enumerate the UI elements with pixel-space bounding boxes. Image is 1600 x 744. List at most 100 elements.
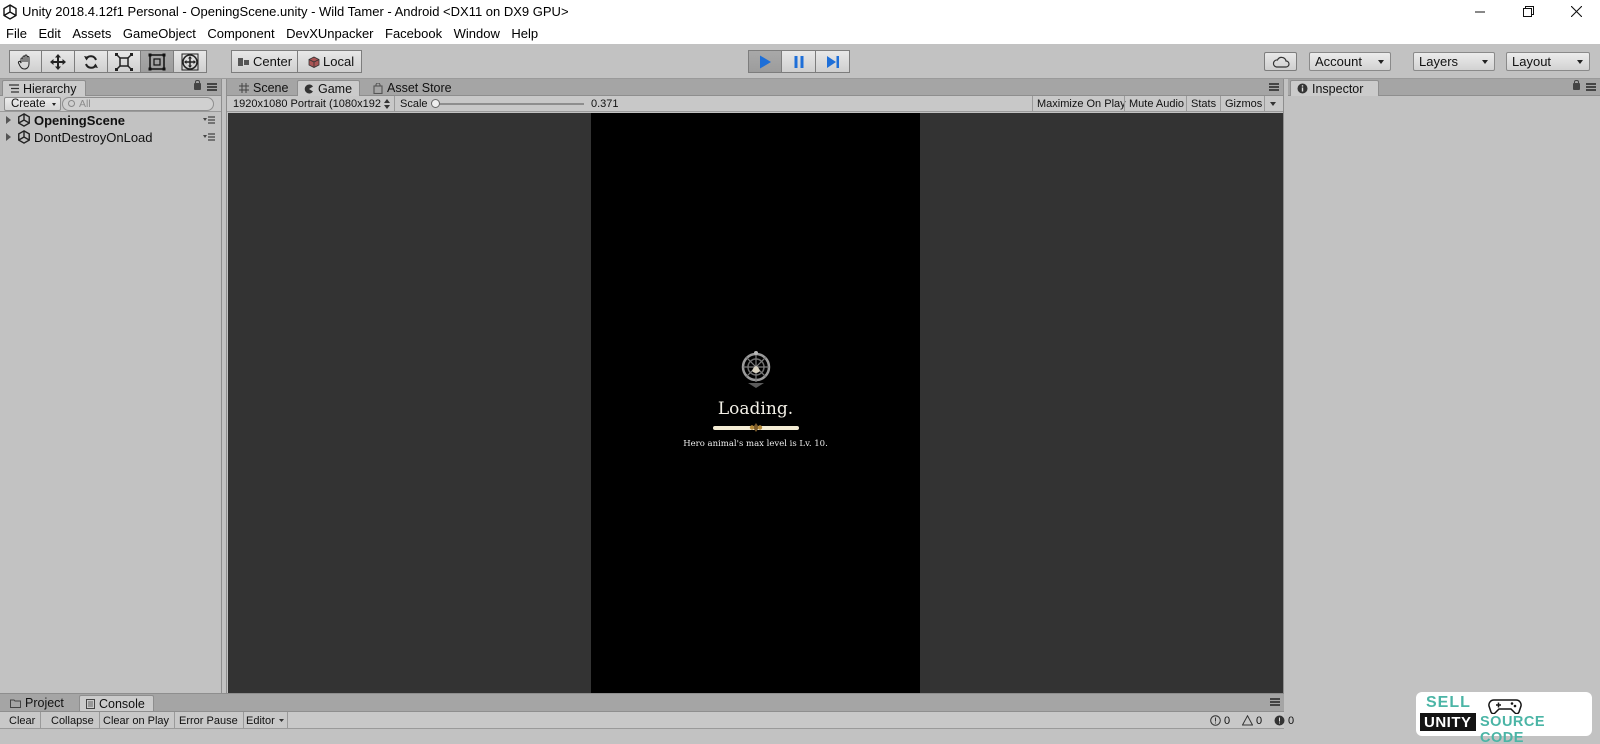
tab-hierarchy[interactable]: Hierarchy xyxy=(2,80,86,96)
inspector-tab-label: Inspector xyxy=(1312,81,1364,96)
folder-icon xyxy=(10,699,21,708)
gizmos-toggle[interactable]: Gizmos xyxy=(1225,96,1262,112)
scale-slider-thumb[interactable] xyxy=(431,99,440,108)
menu-help[interactable]: Help xyxy=(511,26,538,41)
hierarchy-search-input[interactable]: All xyxy=(62,97,214,111)
pause-button[interactable] xyxy=(782,50,816,73)
menu-file[interactable]: File xyxy=(6,26,27,41)
collapse-button[interactable]: Collapse xyxy=(46,712,100,729)
tab-console[interactable]: Console xyxy=(79,695,154,711)
tab-project[interactable]: Project xyxy=(4,695,72,711)
scene-label: OpeningScene xyxy=(34,112,126,128)
toolbar-separator xyxy=(1264,96,1265,112)
chevron-down-icon xyxy=(1577,60,1583,64)
mute-audio-toggle[interactable]: Mute Audio xyxy=(1129,96,1184,112)
move-tool-button[interactable] xyxy=(42,50,75,73)
account-dropdown[interactable]: Account xyxy=(1309,52,1391,71)
tab-scene[interactable]: Scene xyxy=(233,80,295,96)
layout-dropdown[interactable]: Layout xyxy=(1506,52,1590,71)
panel-menu-icon[interactable] xyxy=(1269,83,1279,91)
loading-ornament-icon xyxy=(749,423,763,432)
scale-value: 0.371 xyxy=(591,98,619,110)
hierarchy-tabstrip: Hierarchy xyxy=(0,79,221,96)
scene-label: DontDestroyOnLoad xyxy=(34,129,153,145)
lock-icon[interactable] xyxy=(1573,80,1580,90)
game-emblem-icon xyxy=(741,351,771,388)
stats-toggle[interactable]: Stats xyxy=(1191,96,1216,112)
game-toolbar: 1920x1080 Portrait (1080x1920) Scale 0.3… xyxy=(227,96,1283,112)
layers-dropdown[interactable]: Layers xyxy=(1413,52,1495,71)
resolution-dropdown[interactable]: 1920x1080 Portrait (1080x1920) xyxy=(233,96,391,112)
unity-logo-icon xyxy=(3,3,17,20)
step-icon xyxy=(826,55,839,68)
project-tab-label: Project xyxy=(25,696,64,710)
menu-edit[interactable]: Edit xyxy=(38,26,60,41)
clear-button[interactable]: Clear xyxy=(4,712,42,729)
play-button[interactable] xyxy=(748,50,782,73)
editor-dropdown[interactable]: Editor xyxy=(241,712,288,729)
minimize-button[interactable] xyxy=(1456,0,1504,23)
unity-scene-icon xyxy=(18,130,30,144)
rotate-tool-button[interactable] xyxy=(75,50,108,73)
warning-count-toggle[interactable]: 0 xyxy=(1242,712,1262,729)
row-menu-icon[interactable] xyxy=(203,116,215,124)
console-toolbar: Clear Collapse Clear on Play Error Pause… xyxy=(0,712,1294,729)
hand-tool-button[interactable] xyxy=(9,50,42,73)
chevron-down-icon xyxy=(278,719,284,722)
game-viewport[interactable]: Loading. Hero animal's max level is Lv. … xyxy=(228,113,1283,693)
gizmos-dropdown-icon[interactable] xyxy=(1270,102,1276,106)
pivot-local-button[interactable]: Local xyxy=(298,50,362,73)
clear-on-play-button[interactable]: Clear on Play xyxy=(98,712,176,729)
grid-icon xyxy=(239,83,249,93)
play-icon xyxy=(760,55,771,68)
maximize-on-play-toggle[interactable]: Maximize On Play xyxy=(1037,96,1126,112)
error-count-toggle[interactable]: 0 xyxy=(1274,712,1294,729)
toolbar-separator xyxy=(1186,96,1187,112)
error-pause-button[interactable]: Error Pause xyxy=(174,712,244,729)
panel-menu-icon[interactable] xyxy=(1586,83,1596,91)
expand-arrow-icon[interactable] xyxy=(6,133,11,141)
info-count: 0 xyxy=(1224,714,1231,727)
hierarchy-scene-openingscene[interactable]: OpeningScene xyxy=(0,112,221,128)
layers-label: Layers xyxy=(1419,54,1459,69)
menu-facebook[interactable]: Facebook xyxy=(385,26,442,41)
menu-assets[interactable]: Assets xyxy=(72,26,111,41)
game-screen: Loading. Hero animal's max level is Lv. … xyxy=(591,113,920,693)
panel-menu-icon[interactable] xyxy=(1270,698,1280,706)
menu-component[interactable]: Component xyxy=(207,26,274,41)
tab-asset-store[interactable]: Asset Store xyxy=(367,80,463,96)
expand-arrow-icon[interactable] xyxy=(6,116,11,124)
pivot-center-icon xyxy=(238,57,249,66)
panel-menu-icon[interactable] xyxy=(207,83,217,91)
toolbar-separator xyxy=(1032,96,1033,112)
loading-text: Loading. xyxy=(717,399,794,419)
hierarchy-scene-dontdestroyonload[interactable]: DontDestroyOnLoad xyxy=(0,129,221,145)
close-button[interactable] xyxy=(1552,0,1600,23)
row-menu-icon[interactable] xyxy=(203,133,215,141)
menu-gameobject[interactable]: GameObject xyxy=(123,26,196,41)
collab-cloud-button[interactable] xyxy=(1264,52,1297,71)
tab-game[interactable]: Game xyxy=(297,80,360,96)
close-icon xyxy=(1570,6,1582,17)
pivot-center-button[interactable]: Center xyxy=(231,50,298,73)
move-icon xyxy=(50,53,66,70)
hierarchy-panel: Hierarchy Create All OpeningScene DontDe… xyxy=(0,79,222,693)
transform-icon xyxy=(181,53,199,70)
step-button[interactable] xyxy=(816,50,850,73)
console-panel: Project Console Clear Collapse Clear on … xyxy=(0,693,1294,744)
lock-icon[interactable] xyxy=(194,80,201,90)
transform-tool-button[interactable] xyxy=(174,50,207,73)
restore-button[interactable] xyxy=(1504,0,1552,23)
scale-slider-track[interactable] xyxy=(434,103,584,105)
scale-tool-button[interactable] xyxy=(108,50,141,73)
info-count-toggle[interactable]: 0 xyxy=(1210,712,1230,729)
rect-tool-button[interactable] xyxy=(141,50,174,73)
play-controls xyxy=(748,50,850,73)
hierarchy-tab-label: Hierarchy xyxy=(23,81,77,96)
toolbar-separator xyxy=(394,96,395,112)
create-button[interactable]: Create xyxy=(4,97,61,111)
game-view-panel: Scene Game Asset Store 1920x1080 Portrai… xyxy=(226,79,1284,693)
menu-devxunpacker[interactable]: DevXUnpacker xyxy=(286,26,373,41)
menu-window[interactable]: Window xyxy=(454,26,500,41)
tab-inspector[interactable]: Inspector xyxy=(1290,80,1379,96)
